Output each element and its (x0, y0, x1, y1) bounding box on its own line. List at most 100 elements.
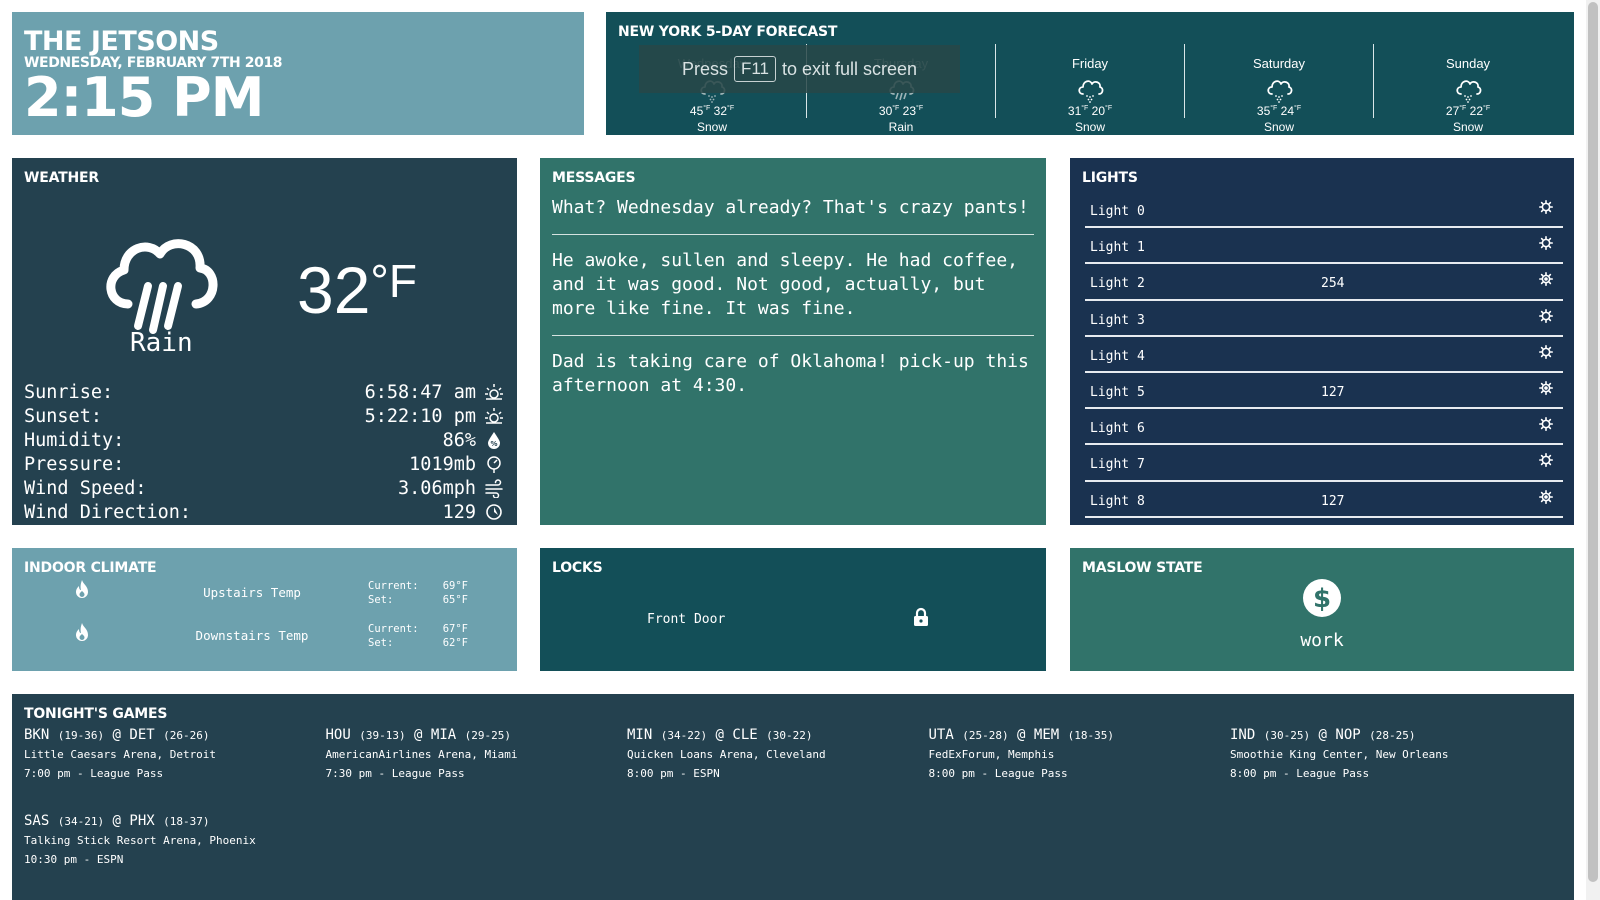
wind-icon (485, 479, 503, 498)
forecast-unit: °F (703, 105, 711, 112)
sunset-icon (485, 408, 503, 424)
forecast-high: 35 (1256, 104, 1271, 118)
forecast-condition: Snow (1452, 120, 1484, 134)
indoor-climate-panel: INDOOR CLIMATE Upstairs Temp Current: 69°F… (12, 548, 517, 671)
snow-cloud-icon (1078, 80, 1104, 103)
light-toggle-icon[interactable] (1539, 236, 1553, 251)
away-record: (39-13) (359, 729, 406, 742)
forecast-low: 22 (1469, 104, 1484, 118)
home-record: (26-26) (163, 729, 210, 742)
light-toggle-icon[interactable] (1539, 200, 1553, 214)
svg-text:$: $ (1313, 584, 1331, 614)
current-time: 2:15 PM (24, 66, 264, 129)
lights-panel: LIGHTS Light 0 Light 1 Light 2 254 Light 3 Li… (1070, 158, 1574, 525)
weather-row-value-group: 86%% (443, 430, 504, 451)
light-row[interactable]: Light 1 (1085, 228, 1563, 265)
game-venue: Quicken Loans Arena, Cleveland (627, 748, 826, 761)
light-row[interactable]: Light 3 (1085, 301, 1563, 337)
home-team: PHX (129, 813, 155, 829)
weather-row-value-group: 6:58:47 am (365, 382, 504, 403)
away-team: IND (1230, 727, 1256, 743)
game-time: 8:00 pm - ESPN (627, 767, 720, 780)
scrollbar-thumb[interactable] (1588, 2, 1598, 882)
climate-title: INDOOR CLIMATE (24, 560, 157, 576)
light-toggle-icon[interactable] (1539, 489, 1553, 504)
light-toggle-icon[interactable] (1539, 380, 1553, 395)
game-venue: FedExForum, Memphis (928, 748, 1055, 761)
set-temp: 65°F (442, 594, 468, 606)
forecast-condition: Snow (1074, 120, 1106, 134)
forecast-temps: 45°F 32°F (618, 104, 806, 118)
light-name: Light 4 (1090, 348, 1145, 364)
page-scrollbar[interactable] (1586, 0, 1600, 900)
climate-readings: Current: 69°F Set: 65°F (368, 579, 468, 607)
forecast-low: 32 (713, 104, 728, 118)
light-row[interactable]: Light 2 254 (1085, 264, 1563, 301)
light-row[interactable]: Light 7 (1085, 445, 1563, 482)
home-team: DET (129, 727, 155, 743)
sunrise-icon (485, 384, 503, 400)
away-record: (19-36) (57, 729, 105, 742)
light-row[interactable]: Light 4 (1085, 337, 1563, 373)
game-matchup: BKN (19-36) @ DET (26-26) (24, 727, 210, 743)
light-brightness: 254 (1321, 276, 1345, 292)
forecast-unit: °F (916, 105, 924, 112)
light-toggle-icon[interactable] (1539, 344, 1553, 359)
game-card: UTA (25-28) @ MEM (18-35) FedExForum, Mem… (929, 726, 1229, 783)
home-team: MIA (430, 727, 457, 743)
rain-cloud-icon (106, 239, 218, 334)
game-card: IND (30-25) @ NOP (28-25) Smoothie King C… (1230, 726, 1530, 783)
weather-row-label: Sunrise: (24, 381, 114, 403)
home-team: MEM (1033, 727, 1060, 743)
current-temp: 67°F (442, 623, 468, 635)
game-venue: Little Caesars Arena, Detroit (24, 748, 217, 761)
forecast-day: Sunday 27°F 22°F Snow (1373, 44, 1562, 134)
light-toggle-icon[interactable] (1539, 308, 1553, 323)
forecast-day: Saturday 35°F 24°F Snow (1184, 44, 1373, 134)
weather-row-label: Humidity: (24, 429, 125, 451)
light-toggle-icon[interactable] (1539, 417, 1553, 432)
light-name: Light 3 (1090, 312, 1145, 328)
weather-condition: Rain (130, 328, 193, 358)
forecast-day-name: Saturday (1252, 56, 1306, 71)
light-toggle-icon[interactable] (1539, 453, 1553, 468)
forecast-high: 45 (689, 104, 704, 118)
light-row[interactable]: Light 0 (1085, 192, 1563, 229)
header-panel: THE JETSONS WEDNESDAY, FEBRUARY 7TH 2018… (12, 12, 584, 135)
game-matchup: IND (30-25) @ NOP (28-25) (1230, 727, 1416, 743)
set-label: Set: (368, 637, 394, 649)
light-name: Light 6 (1090, 421, 1145, 437)
game-matchup: HOU (39-13) @ MIA (29-25) (325, 727, 511, 743)
light-row[interactable]: Light 6 (1085, 409, 1563, 446)
away-record: (34-21) (57, 815, 105, 828)
temperature-value: 32 (297, 253, 371, 327)
forecast-temps: 35°F 24°F (1185, 104, 1373, 118)
game-card: MIN (34-22) @ CLE (30-22) Quicken Loans A… (627, 726, 927, 783)
message-item: Dad is taking care of Oklahoma! pick-up … (552, 351, 1029, 396)
set-temp: 62°F (442, 637, 468, 649)
game-time: 8:00 pm - League Pass (928, 767, 1068, 780)
lock-icon[interactable] (913, 607, 929, 627)
messages-title: MESSAGES (552, 170, 636, 186)
games-title: TONIGHT'S GAMES (24, 706, 168, 722)
climate-zone-name: Upstairs Temp (203, 585, 301, 600)
forecast-low: 20 (1091, 104, 1106, 118)
forecast-low: 23 (902, 104, 917, 118)
light-row[interactable]: Light 5 127 (1085, 373, 1563, 410)
game-card: BKN (19-36) @ DET (26-26) Little Caesars … (24, 726, 324, 783)
forecast-unit: °F (1459, 105, 1467, 112)
forecast-high: 27 (1445, 104, 1460, 118)
game-venue: Talking Stick Resort Arena, Phoenix (24, 834, 256, 847)
forecast-unit: °F (892, 105, 900, 112)
home-record: (18-37) (163, 815, 210, 828)
light-row[interactable]: Light 8 127 (1085, 482, 1563, 518)
light-toggle-icon[interactable] (1539, 272, 1553, 287)
weather-temperature: 32°F (297, 252, 417, 328)
current-temp: 69°F (442, 580, 468, 592)
toast-post-text: to exit full screen (782, 58, 918, 79)
weather-details: Sunrise: 6:58:47 am Sunset: 5:22:10 pm Humid… (24, 380, 504, 524)
climate-zone: Upstairs Temp Current: 69°F Set: 65°F (12, 579, 517, 609)
away-team: UTA (928, 727, 954, 743)
forecast-day-name: Friday (1071, 56, 1109, 71)
climate-readings: Current: 67°F Set: 62°F (368, 622, 468, 650)
